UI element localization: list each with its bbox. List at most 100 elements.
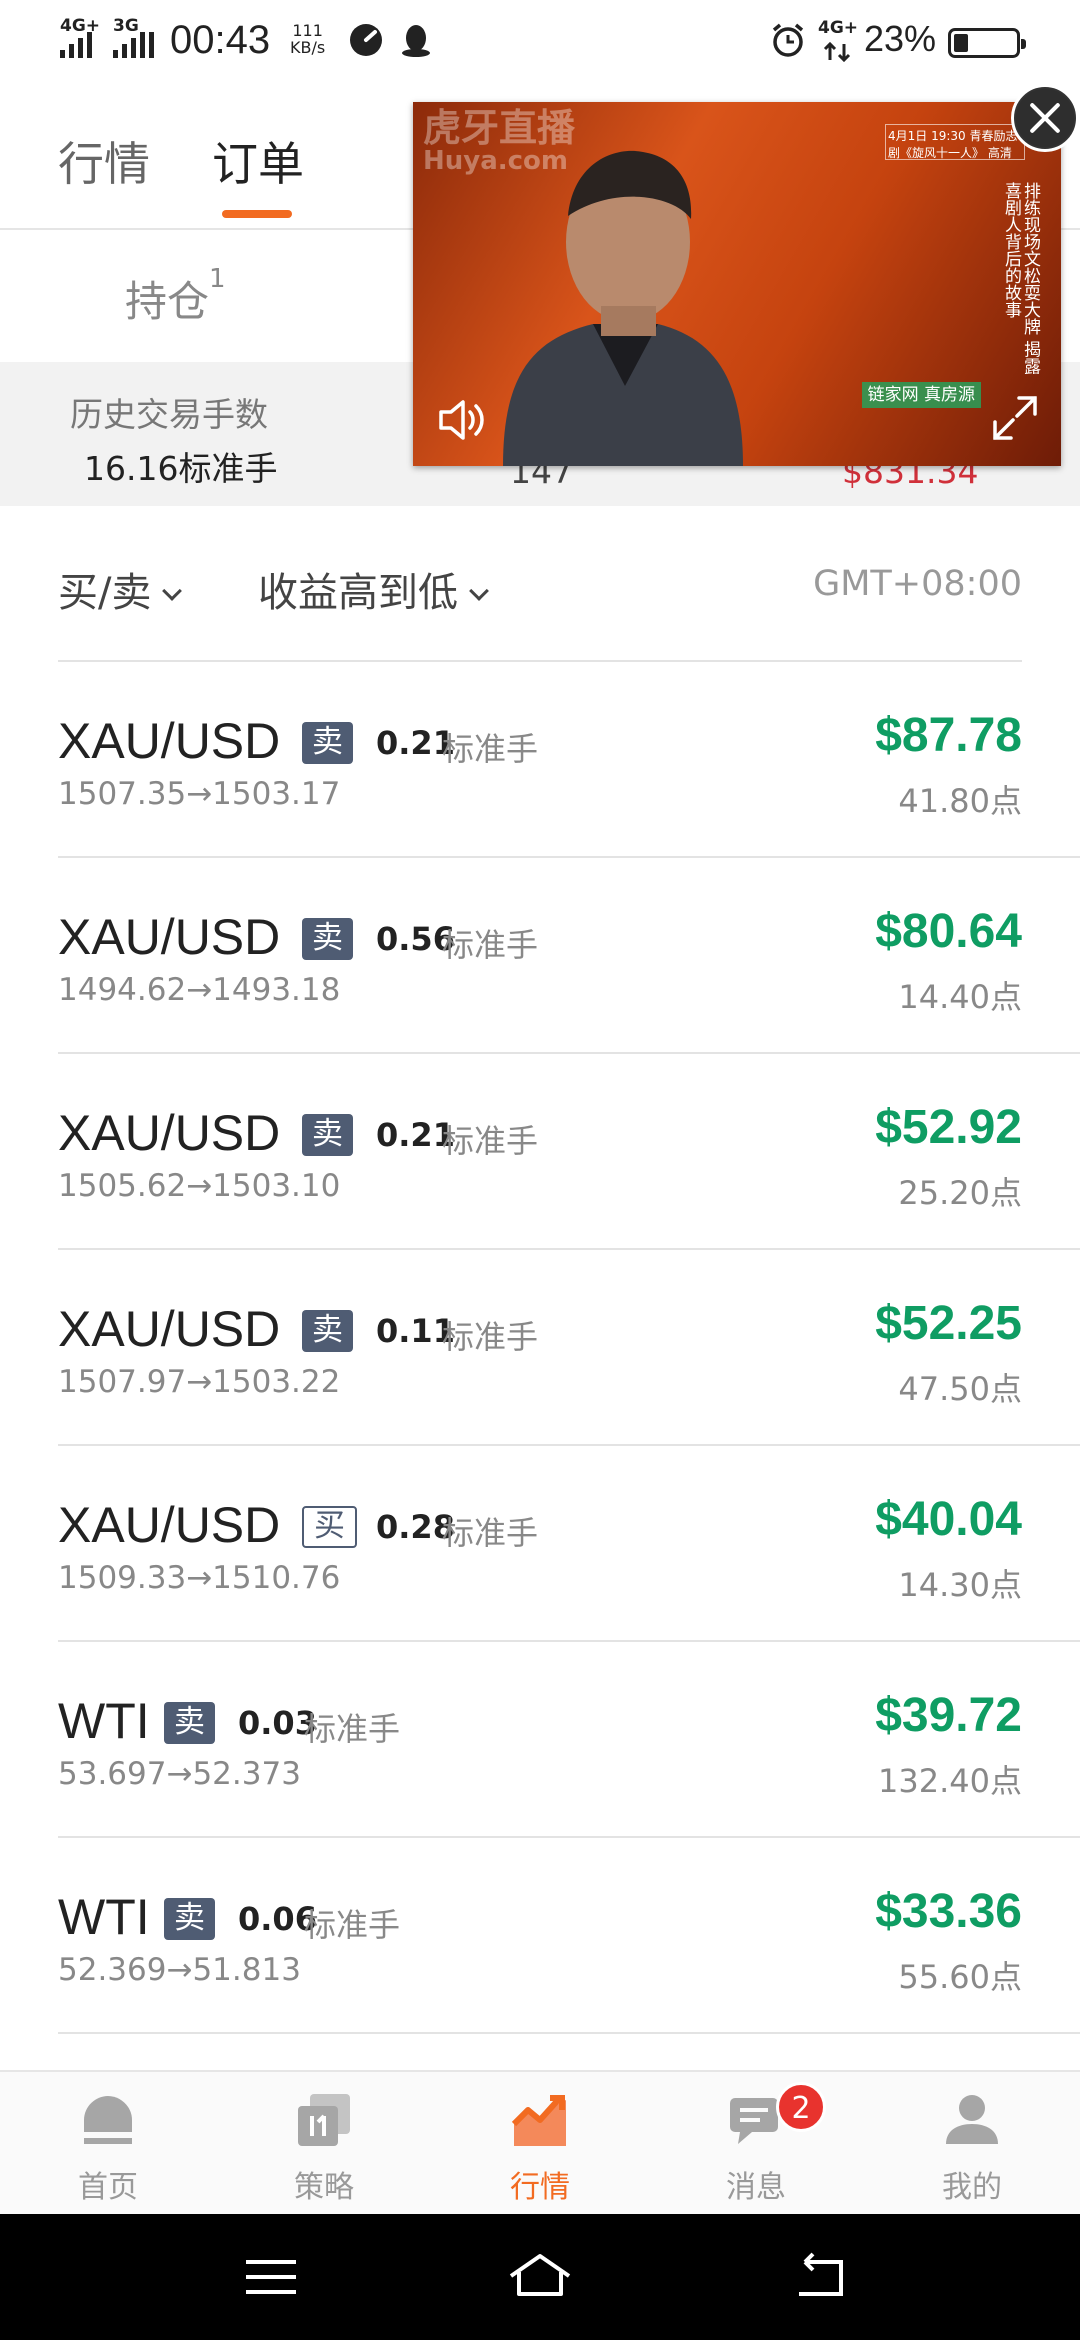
order-side-badge: 卖 bbox=[302, 722, 353, 764]
network-type-data: 4G+ bbox=[818, 18, 859, 38]
video-program-tag: 4月1日 19:30 青春励志剧《旋风十一人》 高清 bbox=[885, 124, 1025, 160]
alarm-clock-icon bbox=[772, 23, 804, 57]
nav-profile[interactable]: 我的 bbox=[864, 2072, 1080, 2216]
order-profit: $87.78 bbox=[875, 709, 1022, 762]
order-side-badge: 卖 bbox=[164, 1898, 215, 1940]
nav-market-label: 行情 bbox=[510, 2170, 570, 2205]
battery-percentage: 23% bbox=[864, 18, 937, 59]
order-side-badge: 卖 bbox=[302, 1310, 353, 1352]
signal-strength-2-icon bbox=[113, 30, 163, 58]
nav-profile-label: 我的 bbox=[942, 2170, 1002, 2205]
nav-market[interactable]: 行情 bbox=[432, 2072, 648, 2216]
order-lots-unit: 标准手 bbox=[442, 1122, 539, 1160]
tab-holdings[interactable]: 持仓1 bbox=[125, 264, 226, 329]
order-profit: $52.25 bbox=[875, 1297, 1022, 1350]
order-profit: $33.36 bbox=[875, 1885, 1022, 1938]
nav-home-label: 首页 bbox=[78, 2170, 138, 2205]
order-symbol: XAU/USD bbox=[58, 1301, 281, 1357]
timezone-label: GMT+08:00 bbox=[813, 564, 1022, 604]
order-symbol: WTI bbox=[58, 1889, 150, 1945]
tab-market[interactable]: 行情 bbox=[58, 128, 150, 194]
chevron-down-icon bbox=[469, 581, 489, 601]
order-points: 14.30点 bbox=[898, 1566, 1022, 1604]
order-row[interactable]: XAU/USD 买 0.28 标准手 1509.33→1510.76 $40.0… bbox=[58, 1446, 1080, 1642]
clock: 00:43 bbox=[170, 18, 271, 62]
holdings-label: 持仓 bbox=[125, 277, 210, 326]
filter-row: 买/卖 收益高到低 GMT+08:00 bbox=[0, 540, 1080, 650]
order-price-range: 1507.35→1503.17 bbox=[58, 776, 341, 812]
fullscreen-icon[interactable] bbox=[987, 390, 1043, 446]
floating-video-player[interactable]: 虎牙直播 Huya.com 4月1日 19:30 青春励志剧《旋风十一人》 高清… bbox=[413, 102, 1061, 466]
order-points: 132.40点 bbox=[878, 1762, 1022, 1800]
chevron-down-icon bbox=[162, 581, 183, 601]
order-price-range: 1494.62→1493.18 bbox=[58, 972, 341, 1008]
video-sponsor-tag: 链家网 真房源 bbox=[861, 382, 981, 408]
speedometer-icon bbox=[350, 24, 382, 56]
tab-orders[interactable]: 订单 bbox=[212, 128, 304, 194]
data-transfer-icon bbox=[823, 42, 851, 62]
order-lots-unit: 标准手 bbox=[442, 730, 539, 768]
order-symbol: XAU/USD bbox=[58, 1497, 281, 1553]
order-lots-unit: 标准手 bbox=[442, 926, 539, 964]
sort-dropdown[interactable]: 收益高到低 bbox=[258, 560, 489, 618]
order-price-range: 1507.97→1503.22 bbox=[58, 1364, 341, 1400]
back-icon[interactable] bbox=[785, 2244, 855, 2310]
home-icon bbox=[84, 2096, 132, 2144]
home-button-icon[interactable] bbox=[505, 2244, 575, 2310]
side-filter-label: 买/卖 bbox=[58, 570, 152, 616]
order-row[interactable]: WTI 卖 0.03 标准手 53.697→52.373 $39.72 132.… bbox=[58, 1642, 1080, 1838]
order-points: 41.80点 bbox=[898, 782, 1022, 820]
order-profit: $39.72 bbox=[875, 1689, 1022, 1742]
nav-home[interactable]: 首页 bbox=[0, 2072, 216, 2216]
sort-label: 收益高到低 bbox=[258, 570, 458, 616]
nav-strategy[interactable]: 策略 bbox=[216, 2072, 432, 2216]
history-lots-value: 16.16标准手 bbox=[84, 449, 278, 488]
order-row[interactable]: XAU/USD 卖 0.11 标准手 1507.97→1503.22 $52.2… bbox=[58, 1250, 1080, 1446]
close-video-icon[interactable] bbox=[1011, 84, 1079, 152]
order-lots-unit: 标准手 bbox=[442, 1318, 539, 1356]
signal-strength-icon bbox=[60, 30, 110, 58]
order-lots-unit: 标准手 bbox=[304, 1710, 401, 1748]
history-lots-label: 历史交易手数 bbox=[70, 395, 268, 434]
order-price-range: 1509.33→1510.76 bbox=[58, 1560, 341, 1596]
holdings-count: 1 bbox=[209, 264, 226, 294]
market-chart-icon bbox=[511, 2095, 566, 2146]
order-row[interactable]: WTI 卖 0.06 标准手 52.369→51.813 $33.36 55.6… bbox=[58, 1838, 1080, 2034]
side-filter-dropdown[interactable]: 买/卖 bbox=[58, 560, 183, 618]
nav-messages[interactable]: 2 消息 bbox=[648, 2072, 864, 2216]
order-lots-unit: 标准手 bbox=[442, 1514, 539, 1552]
order-symbol: WTI bbox=[58, 1693, 150, 1749]
profile-icon bbox=[946, 2095, 998, 2144]
order-row[interactable]: XAU/USD 卖 0.56 标准手 1494.62→1493.18 $80.6… bbox=[58, 858, 1080, 1054]
order-side-badge: 买 bbox=[302, 1506, 357, 1548]
nav-messages-label: 消息 bbox=[726, 2170, 786, 2205]
order-symbol: XAU/USD bbox=[58, 1105, 281, 1161]
menu-icon[interactable] bbox=[236, 2244, 306, 2310]
order-row[interactable]: XAU/USD 卖 0.21 标准手 1505.62→1503.10 $52.9… bbox=[58, 1054, 1080, 1250]
unread-messages-badge: 2 bbox=[776, 2082, 826, 2132]
order-side-badge: 卖 bbox=[164, 1702, 215, 1744]
order-points: 14.40点 bbox=[898, 978, 1022, 1016]
order-profit: $52.92 bbox=[875, 1101, 1022, 1154]
bottom-navigation: 首页 策略 行情 2 消息 我的 bbox=[0, 2070, 1080, 2214]
network-speed: 111 KB/s bbox=[290, 21, 326, 57]
strategy-icon bbox=[298, 2094, 350, 2146]
order-side-badge: 卖 bbox=[302, 1114, 353, 1156]
order-points: 55.60点 bbox=[898, 1958, 1022, 1996]
qq-penguin-icon bbox=[402, 25, 430, 57]
order-points: 47.50点 bbox=[898, 1370, 1022, 1408]
order-list: XAU/USD 卖 0.21 标准手 1507.35→1503.17 $87.7… bbox=[0, 662, 1080, 2034]
nav-strategy-label: 策略 bbox=[294, 2170, 354, 2205]
order-side-badge: 卖 bbox=[302, 918, 353, 960]
order-lots-unit: 标准手 bbox=[304, 1906, 401, 1944]
order-profit: $80.64 bbox=[875, 905, 1022, 958]
order-symbol: XAU/USD bbox=[58, 909, 281, 965]
order-price-range: 52.369→51.813 bbox=[58, 1952, 301, 1988]
volume-icon[interactable] bbox=[433, 392, 489, 448]
battery-icon bbox=[948, 28, 1026, 58]
active-tab-indicator bbox=[222, 210, 292, 218]
order-price-range: 53.697→52.373 bbox=[58, 1756, 301, 1792]
order-points: 25.20点 bbox=[898, 1174, 1022, 1212]
order-row[interactable]: XAU/USD 卖 0.21 标准手 1507.35→1503.17 $87.7… bbox=[58, 662, 1080, 858]
system-navigation-bar bbox=[0, 2214, 1080, 2340]
